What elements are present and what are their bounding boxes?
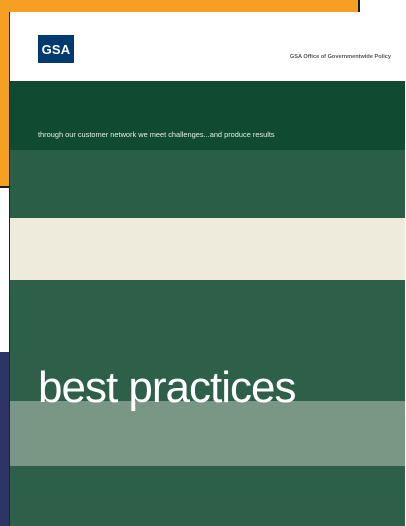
gsa-logo: GSA bbox=[38, 35, 74, 63]
band-bottom-green bbox=[10, 466, 405, 526]
band-green bbox=[10, 150, 405, 218]
office-name: GSA Office of Governmentwide Policy bbox=[289, 54, 391, 60]
document-cover: GSA GSA Office of Governmentwide Policy … bbox=[10, 12, 405, 526]
cover-header: GSA GSA Office of Governmentwide Policy bbox=[10, 12, 405, 81]
cover-tagline: through our customer network we meet cha… bbox=[38, 130, 275, 139]
band-cream bbox=[10, 218, 405, 280]
cover-title: best practices bbox=[38, 363, 296, 412]
band-dark-green bbox=[10, 81, 405, 150]
